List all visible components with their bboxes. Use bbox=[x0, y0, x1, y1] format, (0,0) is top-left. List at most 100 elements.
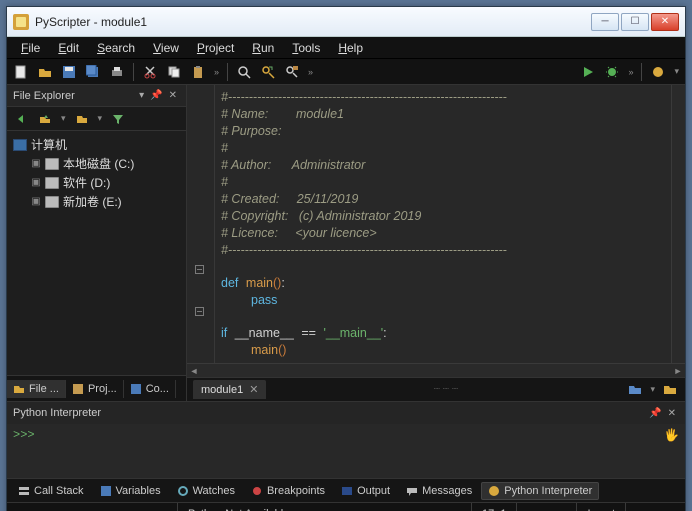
menu-bar: File Edit Search View Project Run Tools … bbox=[7, 37, 685, 59]
print-button[interactable] bbox=[107, 62, 127, 82]
find-next-button[interactable] bbox=[258, 62, 278, 82]
interpreter-prompt: >>> bbox=[13, 428, 35, 442]
vertical-scrollbar[interactable] bbox=[671, 85, 685, 363]
tree-node-label: 新加卷 (E:) bbox=[63, 193, 122, 210]
cut-button[interactable] bbox=[140, 62, 160, 82]
replace-button[interactable] bbox=[282, 62, 302, 82]
interpreter-panel: Python Interpreter 📌 ✕ >>> 🖐 bbox=[7, 401, 685, 478]
filter-button[interactable] bbox=[108, 109, 128, 129]
doc-tab-module1[interactable]: module1 ✕ bbox=[193, 380, 266, 399]
minimize-button[interactable]: ─ bbox=[591, 13, 619, 31]
pin-icon[interactable]: 📌 bbox=[147, 90, 165, 101]
tab-messages[interactable]: Messages bbox=[399, 482, 479, 500]
tab-variables[interactable]: Variables bbox=[93, 482, 168, 500]
file-tree[interactable]: 计算机 ▣ 本地磁盘 (C:) ▣ 软件 (D:) ▣ 新加卷 (E:) bbox=[7, 131, 186, 375]
tab-project[interactable]: Proj... bbox=[66, 380, 124, 398]
menu-edit[interactable]: Edit bbox=[50, 39, 87, 57]
find-button[interactable] bbox=[234, 62, 254, 82]
editor-gutter[interactable] bbox=[187, 85, 215, 363]
tab-label: Co... bbox=[146, 383, 169, 395]
drive-icon bbox=[45, 158, 59, 170]
tab-call-stack[interactable]: Call Stack bbox=[11, 482, 91, 500]
tab-label: File ... bbox=[29, 383, 59, 395]
menu-help[interactable]: Help bbox=[330, 39, 371, 57]
status-mode: Insert bbox=[576, 503, 625, 511]
copy-button[interactable] bbox=[164, 62, 184, 82]
computer-icon bbox=[13, 139, 27, 151]
menu-project[interactable]: Project bbox=[189, 39, 242, 57]
debug-button[interactable] bbox=[602, 62, 622, 82]
new-file-button[interactable] bbox=[11, 62, 31, 82]
tree-node-label: 本地磁盘 (C:) bbox=[63, 155, 134, 172]
toolbar-overflow-1[interactable]: » bbox=[212, 67, 221, 77]
tab-label: Proj... bbox=[88, 383, 117, 395]
expand-icon[interactable]: ▣ bbox=[31, 196, 41, 207]
menu-run[interactable]: Run bbox=[244, 39, 282, 57]
status-position: 17: 1 bbox=[471, 503, 516, 511]
status-engine: Python Not Available bbox=[177, 503, 299, 511]
title-bar: PyScripter - module1 ─ ☐ ✕ bbox=[7, 7, 685, 37]
tab-file-explorer[interactable]: File ... bbox=[7, 380, 66, 398]
file-explorer-title: File Explorer bbox=[13, 90, 75, 102]
close-pane-icon[interactable]: ✕ bbox=[166, 90, 180, 101]
editor[interactable]: #---------------------------------------… bbox=[187, 85, 685, 363]
save-all-button[interactable] bbox=[83, 62, 103, 82]
tree-node[interactable]: ▣ 本地磁盘 (C:) bbox=[9, 154, 184, 173]
save-button[interactable] bbox=[59, 62, 79, 82]
main-toolbar: » » » ▾ bbox=[7, 59, 685, 85]
browse-button[interactable] bbox=[72, 109, 92, 129]
status-bar: Python Not Available 17: 1 Insert bbox=[7, 502, 685, 511]
tree-node-label: 软件 (D:) bbox=[63, 174, 110, 191]
doc-tab-label: module1 bbox=[201, 384, 243, 396]
toolbar-overflow-3[interactable]: » bbox=[626, 67, 635, 77]
file-explorer-pane: File Explorer ▾ 📌 ✕ ▾ ▾ 计算机 bbox=[7, 85, 187, 401]
editor-content[interactable]: #---------------------------------------… bbox=[215, 85, 671, 363]
drive-icon bbox=[45, 196, 59, 208]
hand-icon[interactable]: 🖐 bbox=[664, 428, 679, 442]
bottom-tabs: Call Stack Variables Watches Breakpoints… bbox=[7, 478, 685, 502]
interpreter-title: Python Interpreter bbox=[13, 407, 101, 419]
tab-watches[interactable]: Watches bbox=[170, 482, 242, 500]
run-button[interactable] bbox=[578, 62, 598, 82]
menu-file[interactable]: File bbox=[13, 39, 48, 57]
explorer-toolbar: ▾ ▾ bbox=[7, 107, 186, 131]
toolbar-overflow-2[interactable]: » bbox=[306, 67, 315, 77]
drive-icon bbox=[45, 177, 59, 189]
horizontal-scrollbar[interactable]: ◄► bbox=[187, 363, 685, 377]
maximize-button[interactable]: ☐ bbox=[621, 13, 649, 31]
toolbar-overflow-4[interactable]: ▾ bbox=[672, 66, 681, 77]
app-icon bbox=[13, 14, 29, 30]
menu-view[interactable]: View bbox=[145, 39, 187, 57]
fold-icon[interactable] bbox=[195, 307, 204, 316]
open-file-button[interactable] bbox=[35, 62, 55, 82]
tree-node[interactable]: ▣ 软件 (D:) bbox=[9, 173, 184, 192]
folder-icon[interactable] bbox=[663, 384, 677, 396]
up-button[interactable] bbox=[35, 109, 55, 129]
close-pane-icon[interactable]: ✕ bbox=[665, 408, 679, 419]
options-icon[interactable]: ▾ bbox=[136, 90, 147, 101]
tree-root[interactable]: 计算机 bbox=[9, 135, 184, 154]
tab-code[interactable]: Co... bbox=[124, 380, 176, 398]
close-button[interactable]: ✕ bbox=[651, 13, 679, 31]
tab-grip[interactable]: ┈┈┈ bbox=[266, 384, 628, 395]
fold-icon[interactable] bbox=[195, 265, 204, 274]
menu-search[interactable]: Search bbox=[89, 39, 143, 57]
paste-button[interactable] bbox=[188, 62, 208, 82]
tab-python-interpreter[interactable]: Python Interpreter bbox=[481, 482, 599, 500]
folder-list-icon[interactable] bbox=[628, 384, 642, 396]
tab-output[interactable]: Output bbox=[334, 482, 397, 500]
interpreter-console[interactable]: >>> 🖐 bbox=[7, 424, 685, 478]
tab-breakpoints[interactable]: Breakpoints bbox=[244, 482, 332, 500]
back-button[interactable] bbox=[11, 109, 31, 129]
close-tab-icon[interactable]: ✕ bbox=[249, 383, 258, 396]
tree-root-label: 计算机 bbox=[31, 136, 67, 153]
pin-icon[interactable]: 📌 bbox=[646, 408, 664, 419]
expand-icon[interactable]: ▣ bbox=[31, 177, 41, 188]
left-tabs: File ... Proj... Co... bbox=[7, 375, 186, 401]
menu-tools[interactable]: Tools bbox=[284, 39, 328, 57]
window-title: PyScripter - module1 bbox=[35, 15, 591, 29]
python-button[interactable] bbox=[648, 62, 668, 82]
document-tabs: module1 ✕ ┈┈┈ ▾ bbox=[187, 377, 685, 401]
tree-node[interactable]: ▣ 新加卷 (E:) bbox=[9, 192, 184, 211]
expand-icon[interactable]: ▣ bbox=[31, 158, 41, 169]
